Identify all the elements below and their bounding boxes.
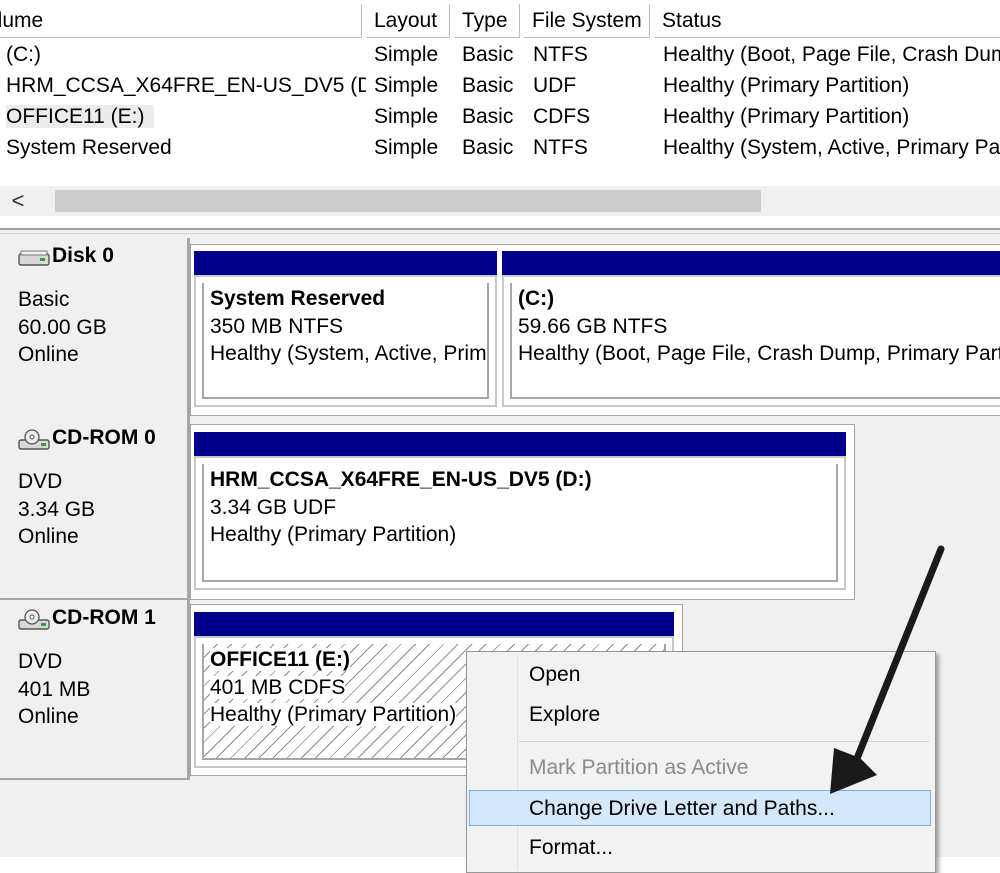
cd-rom-1-label[interactable]: CD-ROM 1 DVD 401 MB Online xyxy=(0,600,190,780)
partition-size: 59.66 GB NTFS xyxy=(518,315,668,338)
partition-status: Healthy (Boot, Page File, Crash Dump, Pr… xyxy=(518,342,1000,365)
partition-body: HRM_CCSA_X64FRE_EN-US_DV5 (D:) 3.34 GB U… xyxy=(194,456,846,590)
partition-type-bar xyxy=(194,432,846,456)
disk-kind: DVD xyxy=(18,470,63,493)
volume-row-system-reserved[interactable]: System Reserved Simple Basic NTFS Health… xyxy=(0,132,1000,163)
partition-body: System Reserved 350 MB NTFS Healthy (Sys… xyxy=(194,275,497,407)
partition-status: Healthy (System, Active, Primary Partiti… xyxy=(210,342,487,365)
volume-file-system: NTFS xyxy=(533,43,588,66)
disk-state: Online xyxy=(18,343,79,366)
volume-name: OFFICE11 (E:) xyxy=(6,101,366,132)
partition-title: OFFICE11 (E:) xyxy=(210,648,351,671)
disk-size: 60.00 GB xyxy=(18,316,107,339)
disk-size: 401 MB xyxy=(18,678,91,701)
volume-type: Basic xyxy=(462,136,514,159)
volume-type: Basic xyxy=(462,74,514,97)
partition-inner: HRM_CCSA_X64FRE_EN-US_DV5 (D:) 3.34 GB U… xyxy=(202,464,838,582)
column-header-type[interactable]: Type xyxy=(454,4,520,38)
volume-status: Healthy (Boot, Page File, Crash Dump, Pr… xyxy=(663,43,1000,66)
partition-size: 3.34 GB UDF xyxy=(210,496,337,519)
volume-name: HRM_CCSA_X64FRE_EN-US_DV5 (D:) xyxy=(6,74,366,97)
partition-status: Healthy (Primary Partition) xyxy=(210,523,457,546)
disk-name: CD-ROM 1 xyxy=(52,606,156,629)
menu-item-format[interactable]: Format... xyxy=(469,830,931,866)
disk-kind: Basic xyxy=(18,288,70,311)
disk-0-label[interactable]: Disk 0 Basic 60.00 GB Online xyxy=(0,238,190,422)
volume-status: Healthy (Primary Partition) xyxy=(663,74,910,97)
volume-layout: Simple xyxy=(374,136,439,159)
column-header-volume[interactable]: olume xyxy=(0,4,362,38)
partition-c[interactable]: (C:) 59.66 GB NTFS Healthy (Boot, Page F… xyxy=(502,251,1000,407)
scroll-left-icon[interactable]: < xyxy=(6,188,30,214)
menu-separator xyxy=(519,741,929,742)
partition-system-reserved[interactable]: System Reserved 350 MB NTFS Healthy (Sys… xyxy=(194,251,497,407)
partition-d[interactable]: HRM_CCSA_X64FRE_EN-US_DV5 (D:) 3.34 GB U… xyxy=(194,432,846,590)
disk-name: CD-ROM 0 xyxy=(52,426,156,449)
cd-rom-icon xyxy=(18,609,50,630)
cd-rom-0-label[interactable]: CD-ROM 0 DVD 3.34 GB Online xyxy=(0,420,190,600)
partition-type-bar xyxy=(502,251,1000,275)
horizontal-scrollbar[interactable]: < xyxy=(0,186,1000,216)
volume-row-e[interactable]: OFFICE11 (E:) Simple Basic CDFS Healthy … xyxy=(0,101,1000,132)
menu-item-mark-partition-active: Mark Partition as Active xyxy=(529,756,749,779)
volume-name: System Reserved xyxy=(6,136,172,159)
disk-size: 3.34 GB xyxy=(18,498,96,521)
partition-type-bar xyxy=(194,251,497,275)
cd-rom-0-partitions: HRM_CCSA_X64FRE_EN-US_DV5 (D:) 3.34 GB U… xyxy=(190,424,855,600)
partition-size: 350 MB NTFS xyxy=(210,315,344,338)
hard-disk-icon xyxy=(18,250,50,266)
volume-type: Basic xyxy=(462,105,514,128)
partition-status: Healthy (Primary Partition) xyxy=(210,703,457,726)
partition-inner: System Reserved 350 MB NTFS Healthy (Sys… xyxy=(202,283,489,399)
volume-type: Basic xyxy=(462,43,514,66)
disk-state: Online xyxy=(18,705,79,728)
volume-layout: Simple xyxy=(374,105,439,128)
partition-body: (C:) 59.66 GB NTFS Healthy (Boot, Page F… xyxy=(502,275,1000,407)
column-header-status[interactable]: Status xyxy=(654,4,1000,38)
scrollbar-thumb[interactable] xyxy=(55,190,761,212)
partition-context-menu: Open Explore Mark Partition as Active Ch… xyxy=(466,651,936,873)
volume-layout: Simple xyxy=(374,43,439,66)
disk-state: Online xyxy=(18,525,79,548)
disk-0-partitions: System Reserved 350 MB NTFS Healthy (Sys… xyxy=(190,244,1000,416)
partition-title: System Reserved xyxy=(210,287,386,310)
volume-row-d[interactable]: HRM_CCSA_X64FRE_EN-US_DV5 (D:) Simple Ba… xyxy=(0,70,1000,101)
partition-size: 401 MB CDFS xyxy=(210,676,346,699)
partition-type-bar xyxy=(194,612,674,636)
menu-item-change-drive-letter[interactable]: Change Drive Letter and Paths... xyxy=(469,790,931,826)
volume-status: Healthy (Primary Partition) xyxy=(663,105,910,128)
partition-title: HRM_CCSA_X64FRE_EN-US_DV5 (D:) xyxy=(210,468,592,491)
disk-kind: DVD xyxy=(18,650,63,673)
volume-file-system: CDFS xyxy=(533,105,591,128)
volume-file-system: UDF xyxy=(533,74,577,97)
disk-name: Disk 0 xyxy=(52,244,114,267)
volume-list[interactable]: olume Layout Type File System Status (C:… xyxy=(0,0,1000,228)
cd-rom-icon xyxy=(18,429,50,450)
column-header-file-system[interactable]: File System xyxy=(524,4,650,38)
menu-item-open[interactable]: Open xyxy=(469,657,931,693)
volume-status: Healthy (System, Active, Primary Partiti… xyxy=(663,136,1000,159)
volume-row-c[interactable]: (C:) Simple Basic NTFS Healthy (Boot, Pa… xyxy=(0,39,1000,70)
column-header-layout[interactable]: Layout xyxy=(366,4,450,38)
menu-item-explore[interactable]: Explore xyxy=(469,697,931,733)
volume-name: (C:) xyxy=(6,43,41,66)
partition-inner: (C:) 59.66 GB NTFS Healthy (Boot, Page F… xyxy=(510,283,1000,399)
partition-title: (C:) xyxy=(518,287,555,310)
volume-file-system: NTFS xyxy=(533,136,588,159)
volume-layout: Simple xyxy=(374,74,439,97)
